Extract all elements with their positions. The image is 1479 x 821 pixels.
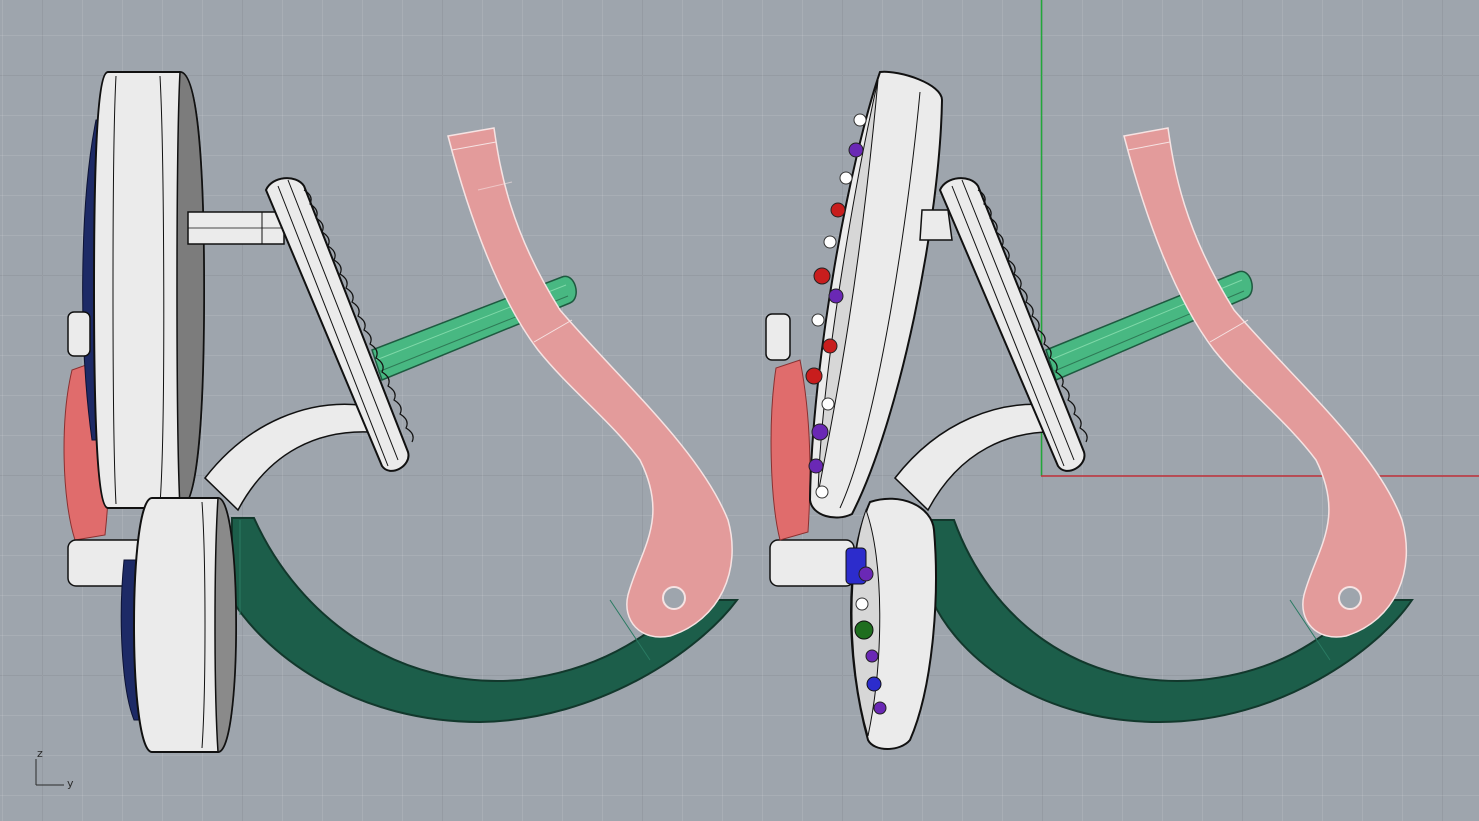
ring-model-right[interactable] — [765, 70, 1414, 750]
side-tab-top[interactable] — [67, 311, 91, 357]
pink-hinge-arm[interactable] — [1123, 127, 1408, 638]
hinge-hole[interactable] — [1338, 586, 1362, 610]
axis-orientation-widget: z y — [30, 745, 90, 795]
top-bezel-disc[interactable] — [92, 71, 206, 509]
shank-arc[interactable] — [203, 403, 372, 512]
rhino-viewport[interactable]: z y — [0, 0, 1479, 821]
bottom-pave-disc[interactable] — [845, 497, 937, 750]
red-back-gem[interactable] — [770, 359, 811, 541]
axis-z-label: z — [37, 747, 43, 760]
side-tab-bottom[interactable] — [769, 539, 855, 587]
hinge-hole[interactable] — [662, 586, 686, 610]
viewport-scene — [63, 0, 1479, 753]
side-tab-top[interactable] — [765, 313, 791, 361]
axis-y-label: y — [67, 777, 74, 790]
bottom-bezel-disc[interactable] — [120, 497, 238, 753]
connector-bar[interactable] — [187, 211, 285, 245]
ring-model-left[interactable] — [63, 71, 739, 753]
shank-arc[interactable] — [893, 403, 1062, 512]
connector-bar[interactable] — [919, 209, 953, 241]
pink-hinge-arm[interactable] — [447, 127, 733, 638]
